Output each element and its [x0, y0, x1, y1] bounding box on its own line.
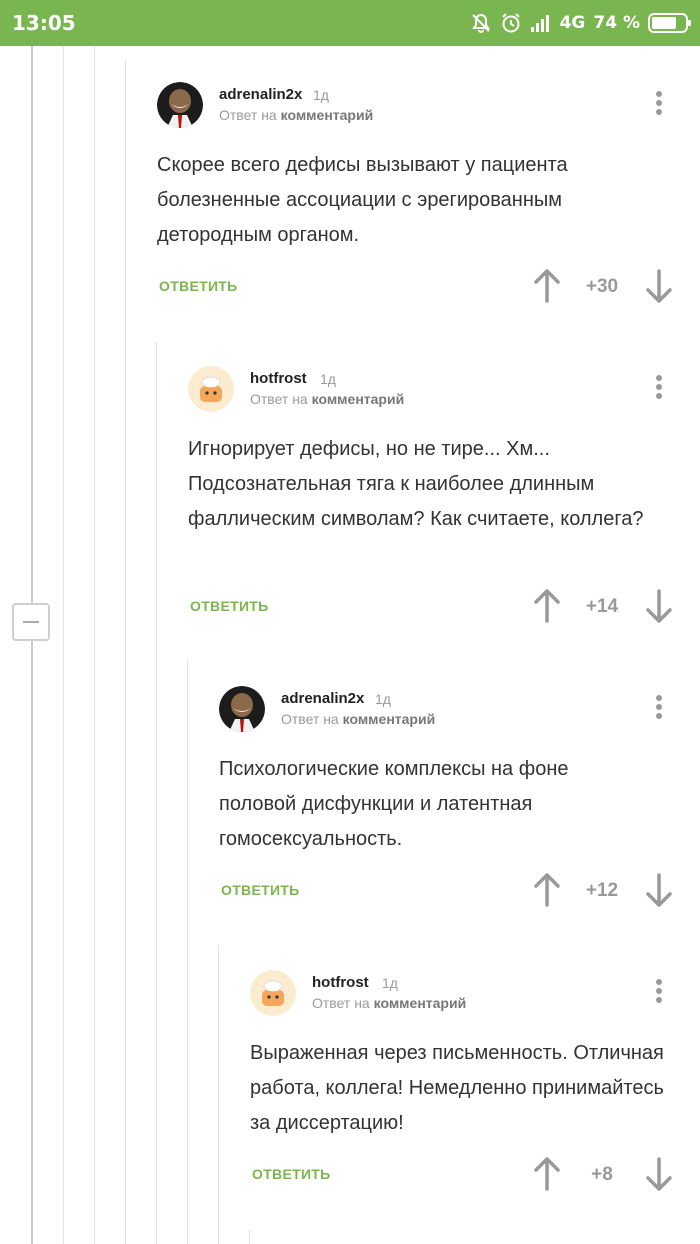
- comment-time: 1д: [320, 371, 336, 387]
- thread-line: [31, 46, 33, 1244]
- collapse-thread-button[interactable]: [12, 603, 50, 641]
- comment-text: Игнорирует дефисы, но не тире... Хм... П…: [188, 438, 644, 530]
- comment: hotfrost 1д Ответ на комментарий Выражен…: [250, 970, 700, 1191]
- reply-to: Ответ на комментарий: [281, 711, 435, 727]
- downvote-arrow-icon[interactable]: [645, 588, 673, 624]
- comment-text: Психологические комплексы на фоне полово…: [219, 758, 569, 850]
- reply-target-link[interactable]: комментарий: [343, 711, 436, 727]
- status-time: 13:05: [12, 11, 76, 35]
- comment-header: hotfrost 1д Ответ на комментарий: [188, 366, 700, 414]
- avatar[interactable]: [219, 686, 265, 732]
- upvote-arrow-icon[interactable]: [533, 588, 561, 624]
- comment-time: 1д: [313, 87, 329, 103]
- author-name[interactable]: hotfrost: [250, 370, 307, 387]
- comment-actions: ОТВЕТИТЬ +14: [188, 588, 700, 628]
- comment-score: +30: [585, 276, 619, 297]
- thread-line: [218, 945, 219, 1244]
- thread-line: [156, 342, 157, 1244]
- alarm-icon: [501, 13, 520, 33]
- reply-prefix: Ответ на: [281, 711, 339, 727]
- more-options-icon[interactable]: [649, 88, 669, 118]
- avatar[interactable]: [188, 366, 234, 412]
- battery-icon: [648, 13, 691, 33]
- network-type: 4G: [559, 13, 586, 33]
- reply-prefix: Ответ на: [312, 995, 370, 1011]
- reply-button[interactable]: ОТВЕТИТЬ: [221, 882, 300, 898]
- thread-line: [187, 660, 188, 1244]
- thread-line: [249, 1230, 250, 1244]
- signal-icon: [530, 15, 549, 32]
- comment-text: Скорее всего дефисы вызывают у пациента …: [157, 154, 568, 246]
- reply-prefix: Ответ на: [219, 107, 277, 123]
- comment-time: 1д: [382, 975, 398, 991]
- reply-button[interactable]: ОТВЕТИТЬ: [190, 598, 269, 614]
- mute-icon: [471, 13, 490, 33]
- thread-line: [63, 46, 64, 1244]
- reply-to: Ответ на комментарий: [219, 107, 373, 123]
- comment-actions: ОТВЕТИТЬ +12: [219, 872, 700, 912]
- avatar[interactable]: [157, 82, 203, 128]
- battery-level: [652, 17, 676, 29]
- author-name[interactable]: hotfrost: [312, 974, 369, 991]
- upvote-arrow-icon[interactable]: [533, 872, 561, 908]
- reply-to: Ответ на комментарий: [250, 391, 404, 407]
- reply-target-link[interactable]: комментарий: [312, 391, 405, 407]
- comment: adrenalin2x 1д Ответ на комментарий Псих…: [219, 686, 700, 907]
- reply-target-link[interactable]: комментарий: [374, 995, 467, 1011]
- comment-header: adrenalin2x 1д Ответ на комментарий: [157, 82, 700, 130]
- avatar[interactable]: [250, 970, 296, 1016]
- comment-score: +8: [591, 1164, 613, 1185]
- comment: hotfrost 1д Ответ на комментарий Игнорир…: [188, 366, 700, 623]
- more-options-icon[interactable]: [649, 372, 669, 402]
- thread-line: [125, 60, 126, 1244]
- downvote-arrow-icon[interactable]: [645, 872, 673, 908]
- more-options-icon[interactable]: [649, 692, 669, 722]
- comment: adrenalin2x 1д Ответ на комментарий Скор…: [157, 82, 700, 303]
- more-options-icon[interactable]: [649, 976, 669, 1006]
- comment-actions: ОТВЕТИТЬ +30: [157, 268, 697, 308]
- status-bar: 13:05 4G 74 %: [0, 0, 700, 46]
- author-name[interactable]: adrenalin2x: [281, 690, 364, 707]
- reply-target-link[interactable]: комментарий: [281, 107, 374, 123]
- comment-actions: ОТВЕТИТЬ +8: [250, 1156, 700, 1196]
- thread-line: [94, 46, 95, 1244]
- comment-time: 1д: [375, 691, 391, 707]
- status-icons: 4G 74 %: [470, 12, 691, 34]
- minus-icon: [23, 621, 39, 623]
- author-name[interactable]: adrenalin2x: [219, 86, 302, 103]
- comment-score: +12: [585, 880, 619, 901]
- reply-button[interactable]: ОТВЕТИТЬ: [159, 278, 238, 294]
- comment-header: hotfrost 1д Ответ на комментарий: [250, 970, 700, 1018]
- downvote-arrow-icon[interactable]: [645, 1156, 673, 1192]
- reply-prefix: Ответ на: [250, 391, 308, 407]
- comment-header: adrenalin2x 1д Ответ на комментарий: [219, 686, 700, 734]
- upvote-arrow-icon[interactable]: [533, 1156, 561, 1192]
- downvote-arrow-icon[interactable]: [645, 268, 673, 304]
- upvote-arrow-icon[interactable]: [533, 268, 561, 304]
- reply-to: Ответ на комментарий: [312, 995, 466, 1011]
- comment-score: +14: [585, 596, 619, 617]
- comment-text: Выраженная через письменность. Отличная …: [250, 1042, 664, 1134]
- reply-button[interactable]: ОТВЕТИТЬ: [252, 1166, 331, 1182]
- battery-percent: 74 %: [593, 13, 640, 33]
